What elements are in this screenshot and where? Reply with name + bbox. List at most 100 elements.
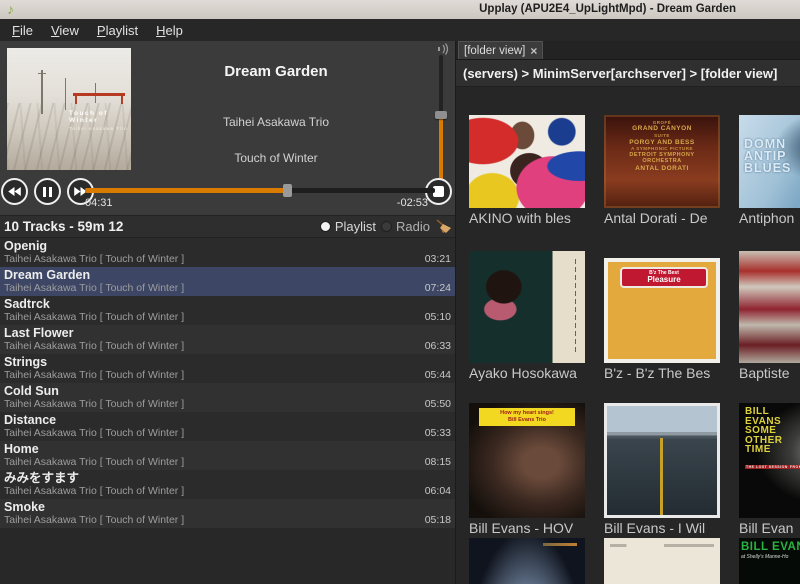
cover-text: DOMNANTIPBLUES [744, 139, 791, 175]
album-cover-art: BAPTISTE TROBREXMUS [739, 251, 800, 363]
playlist-summary: 10 Tracks - 59m 12 [0, 219, 123, 234]
track-artist: Taihei Asakawa Trio [ Touch of Winter ] [4, 311, 184, 324]
cover-red-gate [73, 93, 125, 96]
album-label: Bill Evan [739, 518, 800, 538]
menubar: FileViewPlaylistHelp [0, 19, 800, 41]
track-duration: 05:44 [425, 369, 451, 382]
seek-slider[interactable] [85, 188, 435, 193]
seek-fill [85, 188, 288, 193]
album-cell[interactable]: Ayako Hosokawa [469, 228, 604, 383]
clear-playlist-broom-icon[interactable] [435, 219, 452, 234]
album-cover-art: B'z The BestPleasure [604, 258, 720, 363]
album-cover-art: BILLEVANSSOMEOTHERTIMETHE LOST SESSIONFR… [739, 403, 800, 518]
cover-text: GROFÉGRAND CANYONSUITEPORGY AND BESSA SY… [607, 120, 716, 173]
tab-close-icon[interactable]: × [530, 45, 537, 57]
track-row[interactable]: Distance Taihei Asakawa Trio [ Touch of … [0, 412, 455, 441]
track-title: Dream Garden [4, 268, 451, 282]
track-artist: Taihei Asakawa Trio [ Touch of Winter ] [4, 398, 184, 411]
track-row[interactable]: Cold Sun Taihei Asakawa Trio [ Touch of … [0, 383, 455, 412]
main-split: Touch of Winter Taihei Asakawa Trio Drea… [0, 41, 800, 584]
now-playing-panel: Touch of Winter Taihei Asakawa Trio Drea… [0, 41, 455, 215]
album-art: Touch of Winter Taihei Asakawa Trio [7, 48, 131, 170]
track-title: Distance [4, 413, 451, 427]
track-title: みみをすます [4, 471, 451, 485]
album-cover-art [469, 251, 585, 363]
track-row[interactable]: Openig Taihei Asakawa Trio [ Touch of Wi… [0, 238, 455, 267]
track-duration: 03:21 [425, 253, 451, 266]
track-list: Openig Taihei Asakawa Trio [ Touch of Wi… [0, 238, 455, 584]
app-note-icon: ♪ [7, 0, 14, 19]
track-artist: Taihei Asakawa Trio [ Touch of Winter ] [4, 340, 184, 353]
upplay-window: ♪ Upplay (APU2E4_UpLightMpd) - Dream Gar… [0, 0, 800, 584]
track-row[interactable]: Sadtrck Taihei Asakawa Trio [ Touch of W… [0, 296, 455, 325]
volume-fill [439, 115, 443, 185]
album-label: AKINO with bles [469, 208, 604, 228]
track-title: Smoke [4, 500, 451, 514]
menu-item-file[interactable]: File [3, 21, 42, 40]
track-row[interactable]: みみをすます Taihei Asakawa Trio [ Touch of Wi… [0, 470, 455, 499]
track-duration: 08:15 [425, 456, 451, 469]
album-label: Antal Dorati - De [604, 208, 739, 228]
volume-handle[interactable] [435, 111, 447, 119]
track-artist: Taihei Asakawa Trio [ Touch of Winter ] [4, 282, 184, 295]
album-cell[interactable]: BILLEVANSSOMEOTHERTIMETHE LOST SESSIONFR… [739, 383, 800, 538]
album-cell[interactable]: DOMNANTIPBLUES Antiphon [739, 93, 800, 228]
previous-button[interactable] [1, 178, 28, 205]
album-cell[interactable]: BAPTISTE TROBREXMUS Baptiste [739, 228, 800, 383]
cover-text: BILLEVANSSOMEOTHERTIMETHE LOST SESSIONFR… [745, 407, 800, 473]
radio-dot-on [320, 221, 331, 232]
track-row[interactable]: Last Flower Taihei Asakawa Trio [ Touch … [0, 325, 455, 354]
tab-folder-view[interactable]: [folder view] × [458, 41, 543, 59]
album-grid-row: Ayako Hosokawa B'z The BestPleasure B'z … [469, 228, 800, 383]
radio-mode-radio[interactable]: Radio [381, 219, 430, 234]
album-cell[interactable] [469, 538, 604, 584]
album-cell[interactable] [604, 538, 739, 584]
album-label: Bill Evans - I Wil [604, 518, 739, 538]
menu-item-help[interactable]: Help [147, 21, 192, 40]
playlist-mode-radio[interactable]: Playlist [320, 219, 376, 234]
album-cell[interactable]: How my heart sings!Bill Evans Trio Bill … [469, 383, 604, 538]
track-duration: 05:50 [425, 398, 451, 411]
cover-pole [41, 70, 43, 114]
album-label: Ayako Hosokawa [469, 363, 604, 383]
cover-text: B'z The BestPleasure [620, 267, 708, 288]
track-duration: 05:10 [425, 311, 451, 324]
track-artist: Taihei Asakawa Trio [ Touch of Winter ] [4, 456, 184, 469]
album-cover-art: BILL EVANSat Shelly's Manne-Ho [739, 538, 800, 584]
track-artist: Taihei Asakawa Trio [ Touch of Winter ] [4, 427, 184, 440]
track-row[interactable]: Smoke Taihei Asakawa Trio [ Touch of Win… [0, 499, 455, 528]
album-cell[interactable]: Bill Evans - I Wil [604, 383, 739, 538]
album-cover-art [604, 403, 720, 518]
now-playing-album: Touch of Winter [131, 151, 421, 165]
album-grid: AKINO with bles GROFÉGRAND CANYONSUITEPO… [456, 87, 800, 584]
breadcrumb[interactable]: (servers) > MinimServer[archserver] > [f… [456, 60, 800, 87]
album-grid-row: How my heart sings!Bill Evans Trio Bill … [469, 383, 800, 538]
album-cell[interactable]: AKINO with bles [469, 93, 604, 228]
track-duration: 06:04 [425, 485, 451, 498]
album-cover-art: GROFÉGRAND CANYONSUITEPORGY AND BESSA SY… [604, 115, 720, 208]
browser-tabbar: [folder view] × [456, 41, 800, 60]
track-duration: 07:24 [425, 282, 451, 295]
now-playing-artist: Taihei Asakawa Trio [131, 115, 421, 129]
album-cell[interactable]: B'z The BestPleasure B'z - B'z The Bes [604, 228, 739, 383]
pause-button[interactable] [34, 178, 61, 205]
track-row[interactable]: Home Taihei Asakawa Trio [ Touch of Wint… [0, 441, 455, 470]
playlist-header: 10 Tracks - 59m 12 Playlist Radio [0, 215, 455, 238]
track-title: Last Flower [4, 326, 451, 340]
album-label: Bill Evans - HOV [469, 518, 604, 538]
album-cover-art: How my heart sings!Bill Evans Trio [469, 403, 585, 518]
album-cell[interactable]: GROFÉGRAND CANYONSUITEPORGY AND BESSA SY… [604, 93, 739, 228]
menu-item-playlist[interactable]: Playlist [88, 21, 147, 40]
volume-slider[interactable] [439, 55, 443, 185]
window-title: Upplay (APU2E4_UpLightMpd) - Dream Garde… [479, 0, 736, 19]
menu-item-view[interactable]: View [42, 21, 88, 40]
cover-text: BILL EVANSat Shelly's Manne-Ho [741, 541, 800, 560]
album-cell[interactable]: BILL EVANSat Shelly's Manne-Ho [739, 538, 800, 584]
seek-handle[interactable] [283, 184, 292, 197]
track-title: Cold Sun [4, 384, 451, 398]
track-row[interactable]: Strings Taihei Asakawa Trio [ Touch of W… [0, 354, 455, 383]
track-row[interactable]: Dream Garden Taihei Asakawa Trio [ Touch… [0, 267, 455, 296]
radio-dot-off [381, 221, 392, 232]
track-artist: Taihei Asakawa Trio [ Touch of Winter ] [4, 485, 184, 498]
track-artist: Taihei Asakawa Trio [ Touch of Winter ] [4, 253, 184, 266]
